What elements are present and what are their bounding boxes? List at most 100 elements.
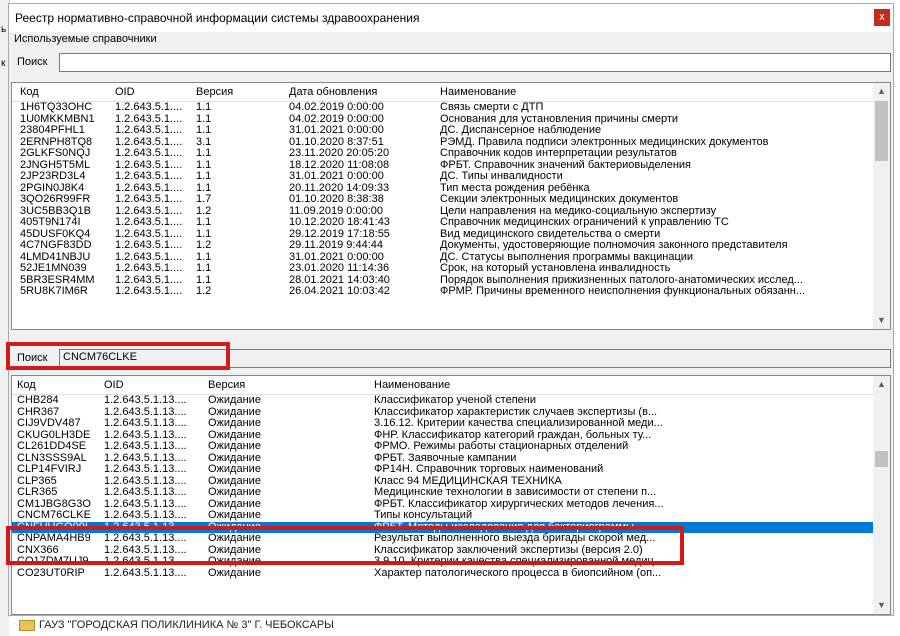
table-cell: 31.01.2021 0:00:00: [289, 171, 384, 182]
table-cell: 1.2.643.5.1....: [115, 148, 183, 159]
chevron-down-icon[interactable]: ▼: [873, 597, 890, 614]
table-cell: Ожидание: [208, 418, 261, 429]
column-header[interactable]: OID: [115, 86, 135, 98]
table-row[interactable]: 2PGIN0J8K4 1.2.643.5.1.... 1.1 20.11.2020 1…: [12, 183, 890, 195]
table-row[interactable]: CHB284 1.2.643.5.1.13.... Ожидание Классифи…: [12, 395, 890, 407]
table-row[interactable]: 3UC5BB3Q1B 1.2.643.5.1.... 1.2 11.09.2019 0…: [12, 206, 890, 218]
table-cell: Ожидание: [208, 441, 261, 452]
table-row[interactable]: 52JE1MN039 1.2.643.5.1.... 1.1 23.01.2020 1…: [12, 263, 890, 275]
table-cell: 23.11.2020 20:05:20: [289, 148, 390, 159]
table-row[interactable]: 23804PFHL1 1.2.643.5.1.... 1.1 31.01.2021 0…: [12, 125, 890, 137]
table-cell: Ожидание: [208, 429, 261, 441]
table-cell: 04.02.2019 0:00:00: [289, 113, 384, 125]
table-cell: 1.2.643.5.1.13....: [104, 452, 187, 464]
scroll-thumb[interactable]: [875, 451, 888, 467]
column-header[interactable]: OID: [104, 379, 124, 391]
column-header[interactable]: Код: [17, 379, 36, 391]
table-cell: 1.2.643.5.1....: [115, 274, 183, 286]
column-header[interactable]: Версия: [208, 379, 245, 391]
table-cell: ДС. Типы инвалидности: [440, 171, 563, 182]
table-row[interactable]: CLP365 1.2.643.5.1.13.... Ожидание Класс 94…: [12, 476, 890, 488]
table-row[interactable]: 3QO26R99FR 1.2.643.5.1.... 1.7 01.10.2020 8…: [12, 194, 890, 206]
table-cell: Классификатор ученой степени: [374, 395, 536, 406]
table-cell: CL261DD4SE: [17, 441, 87, 452]
table-cell: 45DUSF0KQ4: [20, 228, 91, 240]
table-row[interactable]: 2JP23RD3L4 1.2.643.5.1.... 1.1 31.01.2021 0…: [12, 171, 890, 183]
table-cell: 1.2.643.5.1....: [115, 286, 183, 297]
table-cell: Медицинские технологии в зависимости от …: [374, 487, 657, 498]
table-cell: 2JNGH5T5ML: [20, 159, 91, 171]
table-row[interactable]: CO23UT0RIP 1.2.643.5.1.13.... Ожидание Хара…: [12, 568, 890, 580]
table-cell: ФР14Н. Справочник торговых наименований: [374, 464, 604, 475]
table-row[interactable]: CHR367 1.2.643.5.1.13.... Ожидание Классифи…: [12, 407, 890, 419]
column-header[interactable]: Наименование: [440, 86, 516, 98]
table-cell: 3.16.12. Критерии качества специализиров…: [374, 418, 663, 429]
table-cell: Характер патологического процесса в биоп…: [374, 567, 662, 579]
table-cell: ДС. Статусы выполнения программы вакцина…: [440, 251, 694, 263]
table-cell: CLP14FVIRJ: [17, 464, 82, 475]
table-cell: 1.1: [196, 171, 212, 182]
nsi-registry-dialog: Реестр нормативно-справочной информации …: [8, 3, 894, 616]
table-row[interactable]: 1U0MKKMBN1 1.2.643.5.1.... 1.1 04.02.2019 0…: [12, 114, 890, 126]
table-cell: Вид медицинского свидетельства о смерти: [440, 228, 661, 240]
table-row[interactable]: 4C7NGF83DD 1.2.643.5.1.... 1.2 29.11.2019 9…: [12, 240, 890, 252]
table-header: Код OID Версия Наименование: [12, 376, 890, 395]
column-header[interactable]: Наименование: [374, 379, 450, 391]
table-cell: 1.2.643.5.1....: [115, 240, 183, 251]
table-row[interactable]: 2GLKFS0NQJ 1.2.643.5.1.... 1.1 23.11.2020 2…: [12, 148, 890, 160]
table-cell: 2ERNPH8TQ8: [20, 136, 93, 148]
column-header[interactable]: Код: [20, 86, 39, 98]
table-row[interactable]: 45DUSF0KQ4 1.2.643.5.1.... 1.1 29.12.2019 1…: [12, 229, 890, 241]
table-row[interactable]: CLR365 1.2.643.5.1.13.... Ожидание Медицинс…: [12, 487, 890, 499]
table-cell: 23.01.2020 11:14:36: [289, 263, 390, 274]
bottom-scrollbar[interactable]: ▲ ▼: [873, 376, 890, 614]
table-cell: 1.2.643.5.1.13....: [104, 406, 187, 418]
table-row[interactable]: CLN3SSS9AL 1.2.643.5.1.13.... Ожидание ФРБТ…: [12, 453, 890, 465]
table-cell: Ожидание: [208, 567, 261, 579]
chevron-down-icon[interactable]: ▼: [873, 312, 890, 329]
background-tree-item: ГАУЗ "ГОРОДСКАЯ ПОЛИКЛИНИКА № 3" Г. ЧЕБО…: [19, 619, 334, 631]
top-scrollbar[interactable]: ▲ ▼: [873, 83, 890, 329]
table-cell: 1.2.643.5.1.13....: [104, 510, 187, 521]
table-cell: 1.1: [196, 217, 212, 228]
table-cell: 1.2.643.5.1....: [115, 171, 183, 182]
table-cell: 1.2.643.5.1....: [115, 125, 183, 136]
table-row[interactable]: 1H6TQ33OHC 1.2.643.5.1.... 1.1 04.02.2019 0…: [12, 102, 890, 114]
table-cell: CM1JBG8G3O: [17, 498, 91, 510]
chevron-up-icon[interactable]: ▲: [873, 376, 890, 393]
table-cell: 3.1: [196, 136, 212, 148]
scroll-thumb[interactable]: [875, 101, 888, 161]
table-cell: Классификатор характеристик случаев эксп…: [374, 406, 658, 418]
table-cell: 26.04.2021 10:03:42: [289, 286, 390, 297]
close-button[interactable]: x: [874, 9, 890, 26]
table-cell: ФРБТ. Классификатор хирургических методо…: [374, 498, 664, 510]
table-row[interactable]: 4LMD41NBJU 1.2.643.5.1.... 1.1 31.01.2021 0…: [12, 252, 890, 264]
table-row[interactable]: CM1JBG8G3O 1.2.643.5.1.13.... Ожидание ФРБТ…: [12, 499, 890, 511]
table-row[interactable]: 2JNGH5T5ML 1.2.643.5.1.... 1.1 18.12.2020 1…: [12, 160, 890, 172]
table-cell: 1.2: [196, 205, 212, 217]
table-cell: ФРБТ. Справочник значений бактериовыделе…: [440, 159, 691, 171]
table-cell: Ожидание: [208, 395, 261, 406]
table-row[interactable]: 5BR3ESR4MM 1.2.643.5.1.... 1.1 28.01.2021 1…: [12, 275, 890, 287]
column-header[interactable]: Версия: [196, 86, 233, 98]
table-row[interactable]: CIJ9VDV487 1.2.643.5.1.13.... Ожидание 3.16…: [12, 418, 890, 430]
top-search-input[interactable]: [59, 53, 891, 72]
table-cell: 28.01.2021 14:03:40: [289, 274, 390, 286]
table-row[interactable]: CL261DD4SE 1.2.643.5.1.13.... Ожидание ФРМО…: [12, 441, 890, 453]
table-cell: Ожидание: [208, 406, 261, 418]
top-search-row: Поиск: [11, 53, 891, 74]
table-row[interactable]: 405T9N174I 1.2.643.5.1.... 1.1 10.12.2020 1…: [12, 217, 890, 229]
table-row[interactable]: CNCM76CLKE 1.2.643.5.1.13.... Ожидание Типы…: [12, 510, 890, 522]
bottom-references-table[interactable]: Код OID Версия Наименование CHB284 1.2.643.5…: [11, 375, 891, 615]
table-cell: 1.2.643.5.1.13....: [104, 418, 187, 429]
chevron-up-icon[interactable]: ▲: [873, 83, 890, 100]
table-row[interactable]: 5RU8K7IM6R 1.2.643.5.1.... 1.2 26.04.2021 1…: [12, 286, 890, 298]
table-row[interactable]: CLP14FVIRJ 1.2.643.5.1.13.... Ожидание ФР14…: [12, 464, 890, 476]
top-references-table[interactable]: Код OID Версия Дата обновления Наименование …: [11, 82, 891, 330]
dialog-title: Реестр нормативно-справочной информации …: [15, 11, 420, 25]
table-row[interactable]: 2ERNPH8TQ8 1.2.643.5.1.... 3.1 01.10.2020 8…: [12, 137, 890, 149]
table-cell: 1.2.643.5.1....: [115, 251, 183, 263]
column-header[interactable]: Дата обновления: [289, 86, 377, 98]
table-row[interactable]: CKUG0LH3DE 1.2.643.5.1.13.... Ожидание ФНР.…: [12, 430, 890, 442]
table-cell: 1.2.643.5.1.13....: [104, 498, 187, 510]
